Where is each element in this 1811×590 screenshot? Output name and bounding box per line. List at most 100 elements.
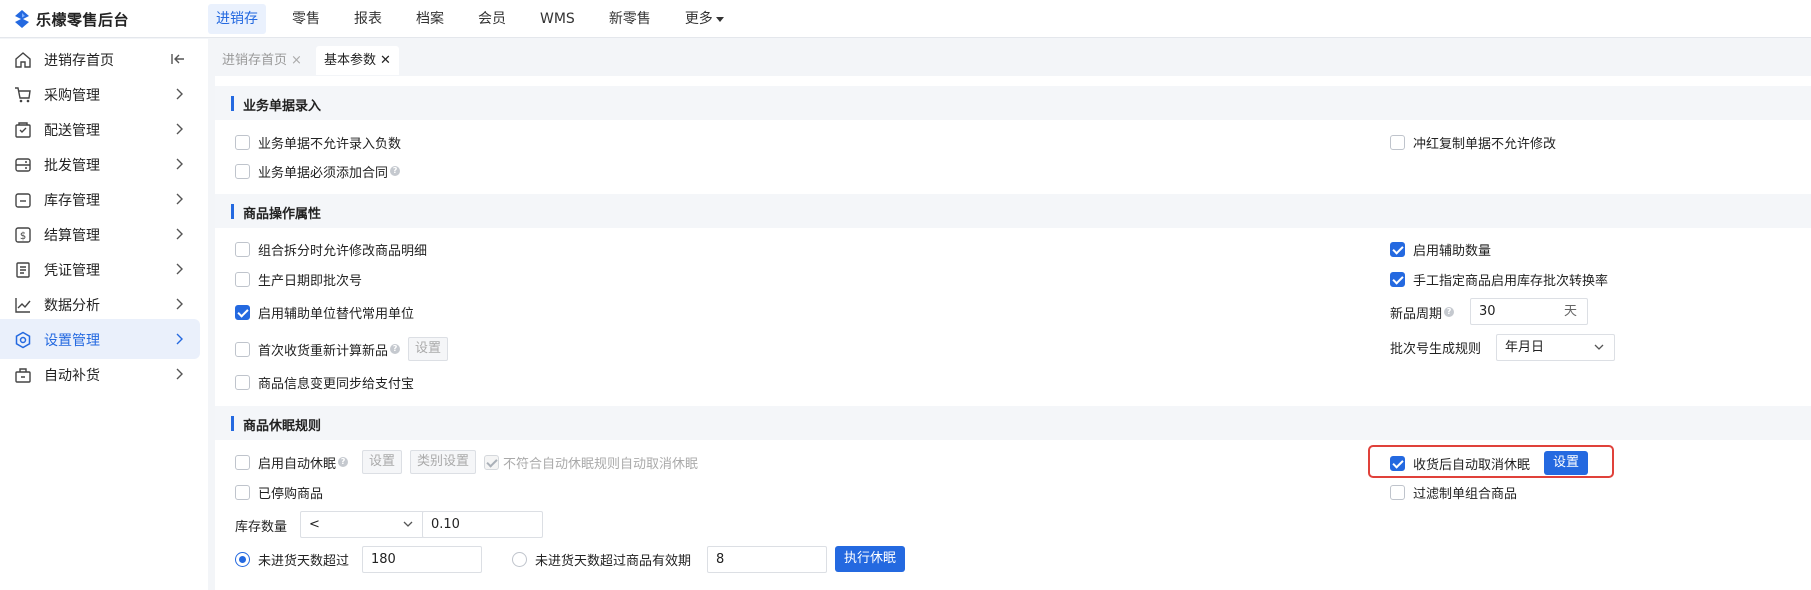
opt-aux-qty[interactable]: 启用辅助数量 bbox=[1390, 238, 1491, 260]
help-icon[interactable]: ? bbox=[390, 166, 401, 176]
highlight-box bbox=[1368, 445, 1614, 478]
section-product-ops: 商品操作属性 bbox=[215, 194, 1811, 228]
stock-value: 0.10 bbox=[431, 517, 460, 532]
expiry-input[interactable]: 8 bbox=[707, 546, 827, 573]
tab-label: 进销存首页 bbox=[222, 53, 288, 68]
new-cycle-row: 新品周期 ? bbox=[1390, 301, 1455, 323]
settings-icon bbox=[15, 331, 31, 349]
tab-jxc-home[interactable]: 进销存首页 × bbox=[214, 46, 310, 75]
expiry-value: 8 bbox=[716, 552, 725, 567]
stock-operator-select[interactable]: < bbox=[300, 511, 424, 538]
sidebar-item-label: 批发管理 bbox=[44, 158, 100, 174]
sidebar-item-delivery[interactable]: 配送管理 bbox=[0, 109, 200, 149]
close-icon[interactable]: ✕ bbox=[380, 53, 391, 68]
nav-item-reports[interactable]: 报表 bbox=[346, 4, 390, 34]
sidebar-item-purchase[interactable]: 采购管理 bbox=[0, 74, 200, 114]
stock-value-input[interactable]: 0.10 bbox=[422, 511, 543, 538]
opt-must-contract[interactable]: 业务单据必须添加合同 ? bbox=[235, 160, 401, 182]
opt-label: 业务单据必须添加合同 bbox=[258, 165, 389, 181]
opt-date-batch[interactable]: 生产日期即批次号 bbox=[235, 268, 362, 290]
settlement-icon: $ bbox=[15, 227, 31, 243]
page-tabs: 进销存首页 × 基本参数 ✕ bbox=[208, 39, 1811, 75]
checkbox[interactable] bbox=[235, 271, 250, 287]
opt-red-copy[interactable]: 冲红复制单据不允许修改 bbox=[1390, 131, 1556, 153]
cart-icon bbox=[15, 87, 31, 103]
checkbox-checked[interactable] bbox=[1390, 271, 1405, 287]
help-icon[interactable]: ? bbox=[338, 457, 349, 467]
radio-expiry-option[interactable]: 未进货天数超过商品有效期 bbox=[512, 548, 691, 570]
section-dormancy: 商品休眠规则 bbox=[215, 406, 1811, 440]
sidebar-item-inventory[interactable]: 库存管理 bbox=[0, 179, 200, 219]
checkbox[interactable] bbox=[1390, 484, 1405, 500]
radio-days-option[interactable]: 未进货天数超过 bbox=[235, 548, 349, 570]
radio[interactable] bbox=[512, 551, 527, 567]
execute-dormancy-button[interactable]: 执行休眠 bbox=[835, 546, 906, 572]
radio-checked[interactable] bbox=[235, 551, 250, 567]
sidebar-item-jxc-home[interactable]: 进销存首页 bbox=[0, 39, 200, 79]
sidebar-item-replenish[interactable]: 自动补货 bbox=[0, 354, 200, 394]
analytics-icon bbox=[15, 298, 31, 313]
dormancy-setting-button[interactable]: 设置 bbox=[362, 450, 403, 474]
nav-more-label: 更多 bbox=[684, 11, 713, 27]
sidebar-item-label: 进销存首页 bbox=[44, 53, 114, 69]
sidebar-item-voucher[interactable]: 凭证管理 bbox=[0, 249, 200, 289]
days-input[interactable]: 180 bbox=[362, 546, 482, 573]
help-icon[interactable]: ? bbox=[390, 344, 401, 354]
nav-item-new-retail[interactable]: 新零售 bbox=[601, 4, 659, 34]
brand-name: 乐檬零售后台 bbox=[36, 10, 130, 29]
sidebar-item-analytics[interactable]: 数据分析 bbox=[0, 284, 200, 324]
opt-filter-combo[interactable]: 过滤制单组合商品 bbox=[1390, 481, 1517, 503]
checkbox[interactable] bbox=[235, 374, 250, 390]
checkbox-checked[interactable] bbox=[235, 304, 250, 320]
opt-label: 启用辅助数量 bbox=[1413, 243, 1492, 259]
checkbox-checked[interactable] bbox=[1390, 241, 1405, 257]
chevron-down-icon bbox=[1594, 344, 1604, 350]
nav-item-wms[interactable]: WMS bbox=[532, 4, 583, 34]
nav-item-jxc[interactable]: 进销存 bbox=[208, 4, 266, 34]
sidebar-item-wholesale[interactable]: 批发管理 bbox=[0, 144, 200, 184]
opt-stopped[interactable]: 已停购商品 bbox=[235, 481, 323, 503]
opt-split-modify[interactable]: 组合拆分时允许修改商品明细 bbox=[235, 238, 427, 260]
sidebar-item-settlement[interactable]: $ 结算管理 bbox=[0, 214, 200, 254]
nav-item-retail[interactable]: 零售 bbox=[284, 4, 328, 34]
radio-label: 未进货天数超过 bbox=[258, 553, 350, 569]
tab-basic-params[interactable]: 基本参数 ✕ bbox=[316, 46, 399, 75]
category-setting-button[interactable]: 类别设置 bbox=[410, 450, 477, 474]
sidebar-item-settings[interactable]: 设置管理 bbox=[0, 319, 200, 359]
opt-label: 首次收货重新计算新品 bbox=[258, 343, 389, 359]
nav-item-archive[interactable]: 档案 bbox=[408, 4, 452, 34]
opt-no-negative[interactable]: 业务单据不允许录入负数 bbox=[235, 131, 401, 153]
top-bar: 乐檬零售后台 进销存 零售 报表 档案 会员 WMS 新零售 更多 bbox=[0, 0, 1811, 38]
close-icon[interactable]: × bbox=[291, 53, 302, 68]
voucher-icon bbox=[16, 262, 30, 278]
help-icon[interactable]: ? bbox=[1444, 307, 1455, 317]
checkbox[interactable] bbox=[235, 241, 250, 257]
checkbox-disabled-checked[interactable] bbox=[484, 454, 500, 470]
opt-first-receive[interactable]: 首次收货重新计算新品 ? 设置 bbox=[235, 336, 449, 362]
first-receive-setting-button[interactable]: 设置 bbox=[408, 337, 449, 361]
replenish-icon bbox=[15, 368, 31, 383]
chevron-down-icon bbox=[403, 521, 413, 527]
collapse-sidebar-icon[interactable] bbox=[170, 52, 186, 66]
new-cycle-input[interactable]: 30 天 bbox=[1470, 298, 1588, 325]
nav-item-member[interactable]: 会员 bbox=[470, 4, 514, 34]
opt-alipay-sync[interactable]: 商品信息变更同步给支付宝 bbox=[235, 371, 414, 393]
section-title: 商品操作属性 bbox=[243, 207, 322, 222]
batch-rule-value: 年月日 bbox=[1505, 340, 1545, 355]
sidebar-item-label: 库存管理 bbox=[44, 193, 100, 209]
opt-label: 业务单据不允许录入负数 bbox=[258, 136, 402, 152]
checkbox[interactable] bbox=[235, 341, 250, 357]
checkbox[interactable] bbox=[235, 454, 250, 470]
opt-auto-dormancy[interactable]: 启用自动休眠 ? 设置 类别设置 不符合自动休眠规则自动取消休眠 bbox=[235, 449, 698, 475]
opt-aux-unit[interactable]: 启用辅助单位替代常用单位 bbox=[235, 301, 414, 323]
brand[interactable]: 乐檬零售后台 bbox=[14, 0, 129, 38]
checkbox[interactable] bbox=[1390, 134, 1405, 150]
new-cycle-unit: 天 bbox=[1563, 304, 1577, 319]
opt-label: 商品信息变更同步给支付宝 bbox=[258, 376, 415, 392]
checkbox[interactable] bbox=[235, 484, 250, 500]
batch-rule-select[interactable]: 年月日 bbox=[1496, 334, 1615, 361]
checkbox[interactable] bbox=[235, 163, 250, 179]
checkbox[interactable] bbox=[235, 134, 250, 150]
opt-batch-rate[interactable]: 手工指定商品启用库存批次转换率 bbox=[1390, 268, 1608, 290]
nav-item-more[interactable]: 更多 bbox=[677, 4, 732, 34]
